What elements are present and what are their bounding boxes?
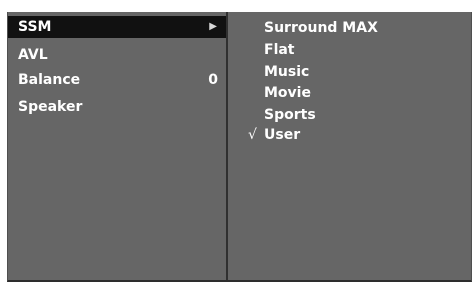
menu-item-ssm[interactable]: SSM ▶ <box>8 16 226 38</box>
menu-item-label: SSM <box>18 19 52 35</box>
menu-item-balance[interactable]: Balance 0 <box>8 69 226 91</box>
ssm-submenu-panel: Surround MAX Flat Music Movie Sports √ U… <box>228 12 471 280</box>
balance-value: 0 <box>208 72 218 88</box>
sound-menu-window: SSM ▶ AVL Balance 0 Speaker Surround MAX… <box>7 12 472 282</box>
option-label: Movie <box>264 85 311 101</box>
option-label: User <box>264 127 301 143</box>
menu-item-label: Speaker <box>18 99 83 115</box>
option-label: Flat <box>264 42 295 58</box>
option-label: Sports <box>264 107 316 123</box>
option-label: Music <box>264 64 310 80</box>
checkmark-icon: √ <box>248 127 257 143</box>
menu-item-label: Balance <box>18 72 81 88</box>
menu-item-label: AVL <box>18 47 48 63</box>
main-menu-panel: SSM ▶ AVL Balance 0 Speaker <box>8 12 226 280</box>
menu-item-speaker[interactable]: Speaker <box>8 96 226 118</box>
submenu-arrow-icon: ▶ <box>209 21 217 32</box>
menu-item-avl[interactable]: AVL <box>8 44 226 66</box>
option-label: Surround MAX <box>264 20 378 36</box>
